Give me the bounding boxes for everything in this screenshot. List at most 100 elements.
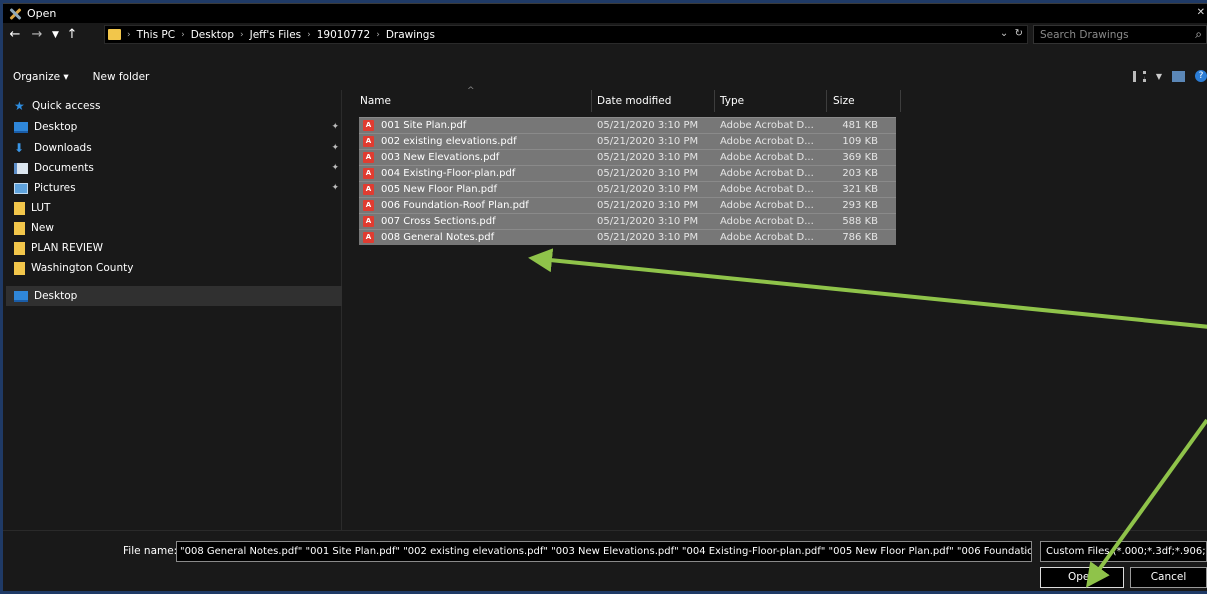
file-row[interactable]: A 001 Site Plan.pdf 05/21/2020 3:10 PM A… [359, 117, 896, 133]
file-size: 293 KB [842, 200, 878, 211]
folder-icon [14, 201, 25, 215]
close-icon[interactable]: ✕ [1197, 7, 1205, 18]
nav-item-label: Downloads [34, 142, 92, 154]
file-type: Adobe Acrobat D... [720, 120, 814, 131]
nav-item-desktop-root[interactable]: Desktop [6, 286, 342, 306]
command-bar: Organize ▾ New folder ▼ ? [3, 66, 1207, 88]
search-input[interactable]: Search Drawings ⌕ [1033, 25, 1207, 44]
file-row[interactable]: A 007 Cross Sections.pdf 05/21/2020 3:10… [359, 213, 896, 229]
nav-item-documents[interactable]: Documents ✦ [14, 158, 342, 178]
file-type: Adobe Acrobat D... [720, 216, 814, 227]
file-size: 321 KB [842, 184, 878, 195]
pdf-icon: A [363, 232, 374, 243]
nav-item-label: Desktop [34, 121, 78, 133]
folder-icon [108, 29, 121, 40]
file-row[interactable]: A 006 Foundation-Roof Plan.pdf 05/21/202… [359, 197, 896, 213]
file-name: 005 New Floor Plan.pdf [381, 184, 497, 195]
recent-locations-chevron-icon[interactable]: ▼ [49, 30, 62, 40]
pdf-icon: A [363, 120, 374, 131]
back-arrow-icon[interactable]: ← [7, 27, 23, 42]
documents-icon [14, 162, 28, 174]
nav-item-downloads[interactable]: ⬇ Downloads ✦ [14, 138, 342, 158]
pdf-icon: A [363, 136, 374, 147]
nav-item-quick-access[interactable]: ★ Quick access [14, 96, 342, 116]
file-row[interactable]: A 005 New Floor Plan.pdf 05/21/2020 3:10… [359, 181, 896, 197]
nav-item-plan-review[interactable]: PLAN REVIEW [14, 238, 342, 258]
pdf-icon: A [363, 200, 374, 211]
file-date: 05/21/2020 3:10 PM [597, 136, 699, 147]
file-name: 008 General Notes.pdf [381, 232, 495, 243]
view-dropdown-chevron-icon[interactable]: ▼ [1156, 72, 1162, 81]
open-dialog: Open ✕ ← → ▼ ↑ › This PC › Desktop › Jef… [3, 3, 1207, 591]
file-list: ^ Name Date modified Type Size A 001 Sit… [343, 86, 1207, 530]
help-icon[interactable]: ? [1195, 70, 1207, 82]
column-header-date[interactable]: Date modified [597, 90, 671, 112]
file-date: 05/21/2020 3:10 PM [597, 216, 699, 227]
file-date: 05/21/2020 3:10 PM [597, 200, 699, 211]
new-folder-button[interactable]: New folder [93, 71, 150, 83]
chevron-down-icon[interactable]: ⌵ [1021, 546, 1028, 556]
column-divider[interactable] [591, 90, 592, 112]
column-divider[interactable] [900, 90, 901, 112]
file-name: 001 Site Plan.pdf [381, 120, 467, 131]
nav-item-lut[interactable]: LUT [14, 198, 342, 218]
organize-button[interactable]: Organize ▾ [13, 71, 69, 83]
file-type: Adobe Acrobat D... [720, 232, 814, 243]
preview-pane-icon[interactable] [1172, 70, 1185, 82]
folder-icon [14, 241, 25, 255]
file-name: 002 existing elevations.pdf [381, 136, 517, 147]
nav-item-washington-county[interactable]: Washington County [14, 258, 342, 278]
forward-arrow-icon[interactable]: → [29, 27, 45, 42]
file-size: 369 KB [842, 152, 878, 163]
file-type: Adobe Acrobat D... [720, 200, 814, 211]
file-row[interactable]: A 008 General Notes.pdf 05/21/2020 3:10 … [359, 229, 896, 245]
file-size: 203 KB [842, 168, 878, 179]
filename-label: File name: [123, 545, 178, 557]
column-divider[interactable] [826, 90, 827, 112]
breadcrumb-separator-icon: › [181, 29, 185, 40]
breadcrumb-this-pc[interactable]: This PC [137, 29, 175, 41]
cancel-button[interactable]: Cancel [1130, 567, 1207, 588]
file-type: Adobe Acrobat D... [720, 152, 814, 163]
column-header-type[interactable]: Type [720, 90, 744, 112]
filetype-select[interactable]: Custom Files (*.000;*.3df;*.906;* [1040, 541, 1207, 562]
dialog-footer: File name: "008 General Notes.pdf" "001 … [3, 530, 1207, 591]
open-button[interactable]: Open [1040, 567, 1124, 588]
address-dropdown-refresh-icon[interactable]: ⌄ ↻ [1000, 28, 1023, 39]
pdf-icon: A [363, 184, 374, 195]
nav-item-new[interactable]: New [14, 218, 342, 238]
sort-ascending-icon: ^ [467, 86, 475, 96]
breadcrumb-drawings[interactable]: Drawings [386, 29, 435, 41]
nav-item-label: PLAN REVIEW [31, 242, 104, 254]
pdf-icon: A [363, 168, 374, 179]
breadcrumb-desktop[interactable]: Desktop [191, 29, 234, 41]
file-row[interactable]: A 004 Existing-Floor-plan.pdf 05/21/2020… [359, 165, 896, 181]
filename-input[interactable]: "008 General Notes.pdf" "001 Site Plan.p… [176, 541, 1032, 562]
file-size: 786 KB [842, 232, 878, 243]
file-size: 481 KB [842, 120, 878, 131]
file-date: 05/21/2020 3:10 PM [597, 120, 699, 131]
breadcrumb-jeffs-files[interactable]: Jeff's Files [250, 29, 302, 41]
up-arrow-icon[interactable]: ↑ [64, 27, 80, 42]
pdf-icon: A [363, 216, 374, 227]
column-header-size[interactable]: Size [833, 90, 855, 112]
column-divider[interactable] [714, 90, 715, 112]
breadcrumb[interactable]: › This PC › Desktop › Jeff's Files › 190… [104, 25, 1028, 44]
desktop-icon [14, 290, 28, 302]
column-header-name[interactable]: Name [360, 90, 391, 112]
file-size: 588 KB [842, 216, 878, 227]
search-icon[interactable]: ⌕ [1195, 27, 1202, 42]
nav-item-pictures[interactable]: Pictures ✦ [14, 178, 342, 198]
file-row[interactable]: A 003 New Elevations.pdf 05/21/2020 3:10… [359, 149, 896, 165]
window-title: Open [27, 7, 57, 20]
nav-item-desktop[interactable]: Desktop ✦ [14, 117, 342, 137]
file-row[interactable]: A 002 existing elevations.pdf 05/21/2020… [359, 133, 896, 149]
file-name: 004 Existing-Floor-plan.pdf [381, 168, 516, 179]
breadcrumb-project[interactable]: 19010772 [317, 29, 370, 41]
breadcrumb-separator-icon: › [307, 29, 311, 40]
view-options-icon[interactable] [1132, 70, 1146, 82]
file-name: 007 Cross Sections.pdf [381, 216, 496, 227]
nav-item-label: New [31, 222, 54, 234]
pdf-icon: A [363, 152, 374, 163]
breadcrumb-separator-icon: › [376, 29, 380, 40]
